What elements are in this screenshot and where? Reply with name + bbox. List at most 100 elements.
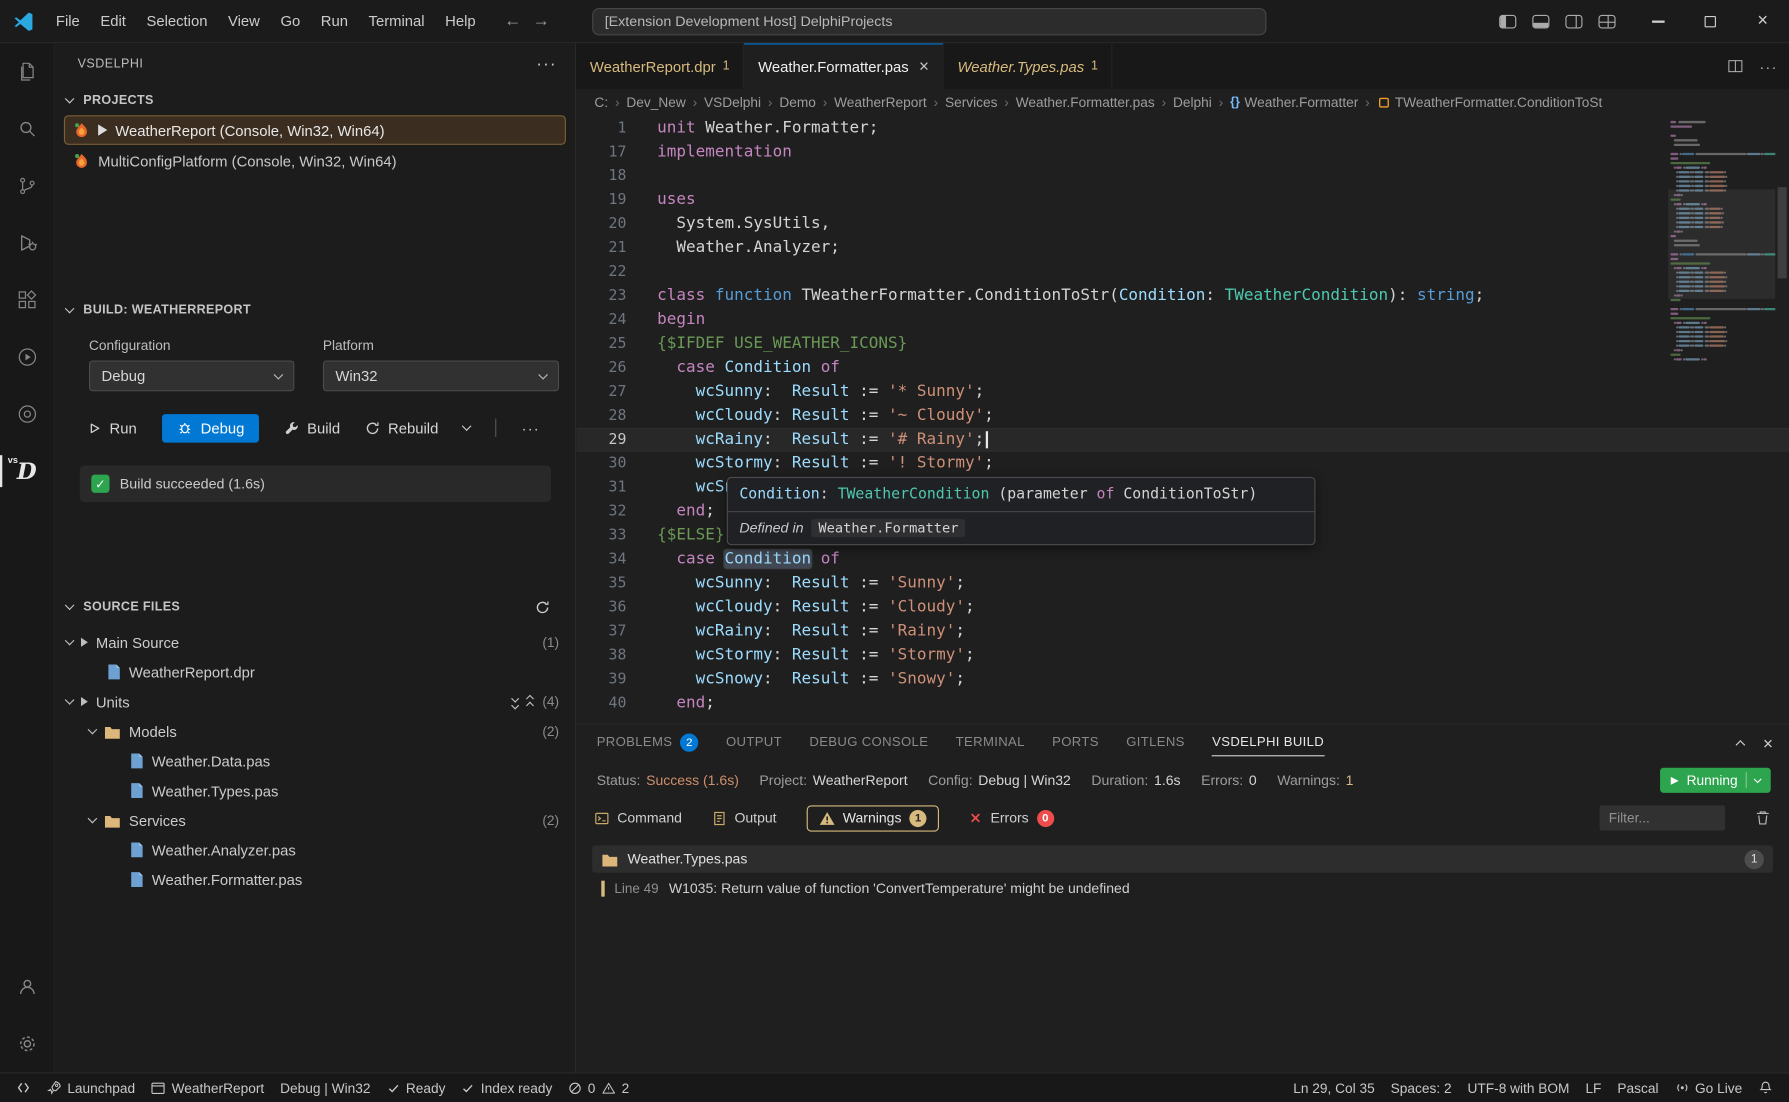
- status-encoding[interactable]: UTF-8 with BOM: [1461, 1075, 1577, 1100]
- breadcrumb-item-dev-new[interactable]: Dev_New: [626, 95, 685, 111]
- status-ready[interactable]: Ready: [380, 1075, 453, 1100]
- extensions-icon[interactable]: [0, 272, 54, 329]
- clear-output-icon[interactable]: [1755, 810, 1771, 826]
- search-icon[interactable]: [0, 100, 54, 157]
- close-button[interactable]: ×: [1737, 0, 1789, 43]
- code-editor[interactable]: 1unit Weather.Formatter;17implementation…: [576, 116, 1789, 723]
- code-line-1[interactable]: 1unit Weather.Formatter;: [576, 116, 1789, 140]
- vsdelphi-icon[interactable]: vsD: [0, 443, 54, 500]
- warnings-filter-button[interactable]: Warnings 1: [806, 805, 939, 831]
- code-line-36[interactable]: 36 wcCloudy: Result := 'Cloudy';: [576, 595, 1789, 619]
- status-active-project[interactable]: WeatherReport: [144, 1075, 271, 1100]
- code-line-17[interactable]: 17implementation: [576, 140, 1789, 164]
- expand-all-icon[interactable]: [513, 695, 519, 708]
- tree-item-services[interactable]: Services(2): [55, 805, 575, 835]
- errors-filter-button[interactable]: Errors 0: [969, 809, 1054, 826]
- code-line-26[interactable]: 26 case Condition of: [576, 356, 1789, 380]
- tree-item-models[interactable]: Models(2): [55, 716, 575, 746]
- breadcrumb-item-tweatherformatter-conditiontost[interactable]: TWeatherFormatter.ConditionToSt: [1377, 95, 1603, 111]
- maximize-panel-icon[interactable]: [1736, 740, 1746, 750]
- rebuild-button[interactable]: Rebuild: [365, 419, 438, 436]
- code-line-21[interactable]: 21 Weather.Analyzer;: [576, 236, 1789, 260]
- breadcrumb-item-delphi[interactable]: Delphi: [1173, 95, 1212, 111]
- code-line-25[interactable]: 25{$IFDEF USE_WEATHER_ICONS}: [576, 332, 1789, 356]
- breadcrumb-item-weatherreport[interactable]: WeatherReport: [834, 95, 927, 111]
- editor-scrollbar[interactable]: [1775, 116, 1789, 723]
- back-button[interactable]: ←: [504, 11, 521, 30]
- status-eol[interactable]: LF: [1579, 1075, 1609, 1100]
- forward-button[interactable]: →: [533, 11, 550, 30]
- scrollbar-thumb[interactable]: [1778, 187, 1787, 278]
- breadcrumb-item-c[interactable]: C:: [594, 95, 608, 111]
- menu-edit[interactable]: Edit: [90, 8, 136, 34]
- code-line-28[interactable]: 28 wcCloudy: Result := '~ Cloudy';: [576, 404, 1789, 428]
- status-problems[interactable]: 02: [561, 1075, 636, 1100]
- code-line-34[interactable]: 34 case Condition of: [576, 548, 1789, 572]
- panel-tab-output[interactable]: OUTPUT: [726, 724, 782, 761]
- code-line-20[interactable]: 20 System.SysUtils,: [576, 212, 1789, 236]
- tree-item-units[interactable]: Units(4): [55, 687, 575, 717]
- refresh-icon[interactable]: [535, 599, 550, 614]
- code-line-22[interactable]: 22: [576, 260, 1789, 284]
- close-tab-icon[interactable]: ×: [919, 57, 929, 76]
- gitlens-icon[interactable]: [0, 386, 54, 443]
- project-item[interactable]: MultiConfigPlatform (Console, Win32, Win…: [64, 146, 566, 176]
- status-launchpad[interactable]: Launchpad: [40, 1075, 142, 1100]
- source-files-section-header[interactable]: SOURCE FILES: [55, 593, 575, 620]
- minimap[interactable]: [1668, 116, 1775, 723]
- code-line-23[interactable]: 23class function TWeatherFormatter.Condi…: [576, 284, 1789, 308]
- toggle-sidebar-icon[interactable]: [1499, 15, 1516, 29]
- hover-definition-link[interactable]: Weather.Formatter: [812, 519, 966, 537]
- tab-weather-types-pas[interactable]: Weather.Types.pas1: [944, 43, 1113, 89]
- build-button[interactable]: Build: [284, 419, 340, 436]
- split-editor-icon[interactable]: [1727, 58, 1743, 74]
- menu-selection[interactable]: Selection: [136, 8, 218, 34]
- platform-select[interactable]: Win32: [323, 360, 559, 391]
- more-actions-icon[interactable]: ···: [522, 419, 540, 436]
- code-line-37[interactable]: 37 wcRainy: Result := 'Rainy';: [576, 619, 1789, 643]
- status-remote[interactable]: [9, 1075, 38, 1100]
- settings-icon[interactable]: [0, 1015, 54, 1072]
- chevron-down-icon[interactable]: [462, 421, 472, 431]
- more-actions-icon[interactable]: ···: [1759, 58, 1777, 75]
- code-line-30[interactable]: 30 wcStormy: Result := '! Stormy';: [576, 452, 1789, 476]
- explorer-icon[interactable]: [0, 43, 54, 100]
- menu-run[interactable]: Run: [310, 8, 358, 34]
- source-control-icon[interactable]: [0, 157, 54, 214]
- status-index-ready[interactable]: Index ready: [455, 1075, 560, 1100]
- panel-tab-vsdelphi-build[interactable]: VSDELPHI BUILD: [1212, 724, 1324, 761]
- maximize-button[interactable]: [1684, 0, 1736, 43]
- code-line-35[interactable]: 35 wcSunny: Result := 'Sunny';: [576, 572, 1789, 596]
- code-line-40[interactable]: 40 end;: [576, 691, 1789, 715]
- code-line-38[interactable]: 38 wcStormy: Result := 'Stormy';: [576, 643, 1789, 667]
- breadcrumb-item-demo[interactable]: Demo: [779, 95, 816, 111]
- run-commands-icon[interactable]: [0, 329, 54, 386]
- debug-button[interactable]: Debug: [162, 414, 259, 443]
- customize-layout-icon[interactable]: [1598, 15, 1615, 29]
- code-line-39[interactable]: 39 wcSnowy: Result := 'Snowy';: [576, 667, 1789, 691]
- close-panel-icon[interactable]: ×: [1763, 735, 1773, 754]
- code-line-24[interactable]: 24begin: [576, 308, 1789, 332]
- problems-file-group[interactable]: Weather.Types.pas 1: [592, 845, 1773, 872]
- output-view-button[interactable]: Output: [712, 810, 777, 826]
- status-language-mode[interactable]: Pascal: [1611, 1075, 1666, 1100]
- status-go-live[interactable]: Go Live: [1668, 1075, 1749, 1100]
- tree-item-main-source[interactable]: Main Source(1): [55, 627, 575, 657]
- tree-item-weatherreport-dpr[interactable]: WeatherReport.dpr: [55, 657, 575, 687]
- minimize-button[interactable]: [1632, 0, 1684, 43]
- menu-help[interactable]: Help: [435, 8, 486, 34]
- panel-tab-problems[interactable]: PROBLEMS2: [597, 724, 699, 761]
- breadcrumb-item-vsdelphi[interactable]: VSDelphi: [704, 95, 761, 111]
- collapse-all-icon[interactable]: [527, 695, 533, 708]
- panel-tab-debug-console[interactable]: DEBUG CONSOLE: [809, 724, 928, 761]
- breadcrumb-item-weather-formatter[interactable]: {}Weather.Formatter: [1230, 95, 1358, 111]
- tree-item-weather-analyzer-pas[interactable]: Weather.Analyzer.pas: [55, 835, 575, 865]
- menu-terminal[interactable]: Terminal: [358, 8, 435, 34]
- build-section-header[interactable]: BUILD: WEATHERREPORT: [55, 297, 575, 324]
- warning-item[interactable]: Line 49 W1035: Return value of function …: [592, 881, 1773, 897]
- run-button[interactable]: Run: [87, 419, 137, 436]
- menu-file[interactable]: File: [46, 8, 90, 34]
- account-icon[interactable]: [0, 958, 54, 1015]
- menu-go[interactable]: Go: [270, 8, 310, 34]
- panel-tab-terminal[interactable]: TERMINAL: [956, 724, 1025, 761]
